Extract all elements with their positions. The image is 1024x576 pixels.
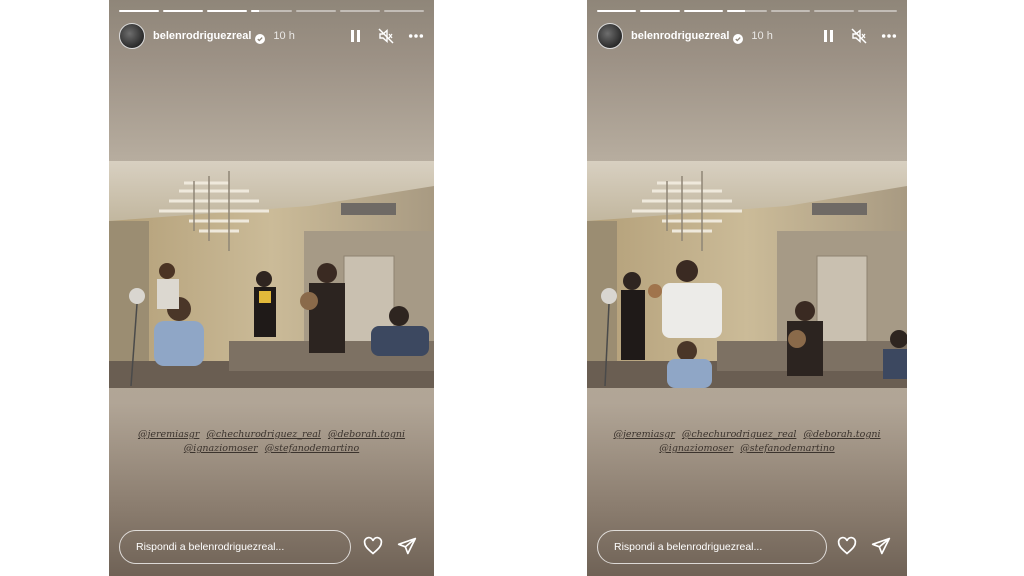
progress-segment bbox=[295, 10, 336, 12]
username[interactable]: belenrodriguezreal bbox=[631, 30, 729, 42]
avatar[interactable] bbox=[119, 23, 145, 49]
progress-segment bbox=[770, 10, 811, 12]
mention-link[interactable]: @jeremiasgr bbox=[613, 429, 674, 440]
progress-segment-current bbox=[727, 10, 767, 12]
progress-bar bbox=[597, 10, 897, 12]
progress-bar bbox=[119, 10, 424, 12]
avatar[interactable] bbox=[597, 23, 623, 49]
mention-link[interactable]: @ignaziomoser bbox=[184, 443, 258, 454]
mention-link[interactable]: @chechurodriguez_real bbox=[682, 429, 796, 440]
speaker-muted-icon[interactable] bbox=[378, 28, 394, 44]
pause-icon[interactable] bbox=[821, 28, 837, 44]
heart-icon[interactable] bbox=[363, 536, 383, 556]
progress-segment bbox=[383, 10, 424, 12]
mention-link[interactable]: @jeremiasgr bbox=[138, 429, 199, 440]
progress-segment bbox=[857, 10, 897, 12]
mention-link[interactable]: @deborah.togni bbox=[328, 429, 405, 440]
progress-segment bbox=[597, 10, 637, 12]
verified-badge-icon bbox=[733, 31, 744, 44]
progress-segment bbox=[119, 10, 160, 12]
post-time: 10 h bbox=[273, 30, 295, 42]
progress-segment bbox=[163, 10, 204, 12]
story-header: belenrodriguezreal 10 h bbox=[119, 22, 424, 50]
progress-segment bbox=[339, 10, 380, 12]
reply-input[interactable]: Rispondi a belenrodriguezreal... bbox=[597, 530, 827, 564]
story-header: belenrodriguezreal 10 h bbox=[597, 22, 897, 50]
story-photo bbox=[587, 161, 907, 388]
story-photo bbox=[109, 161, 434, 388]
mention-link[interactable]: @stefanodemartino bbox=[265, 443, 359, 454]
heart-icon[interactable] bbox=[837, 536, 857, 556]
progress-segment bbox=[207, 10, 248, 12]
mentions-caption: @jeremiasgr @chechurodriguez_real @debor… bbox=[119, 428, 424, 456]
speaker-muted-icon[interactable] bbox=[851, 28, 867, 44]
story-panel-right: belenrodriguezreal 10 h @jeremiasgr @che… bbox=[587, 0, 907, 576]
mention-link[interactable]: @chechurodriguez_real bbox=[206, 429, 320, 440]
paper-plane-icon[interactable] bbox=[871, 536, 891, 556]
story-panel-left: belenrodriguezreal 10 h @jeremiasgr @che… bbox=[109, 0, 434, 576]
username[interactable]: belenrodriguezreal bbox=[153, 30, 251, 42]
pause-icon[interactable] bbox=[348, 28, 364, 44]
mention-link[interactable]: @deborah.togni bbox=[803, 429, 880, 440]
mentions-caption: @jeremiasgr @chechurodriguez_real @debor… bbox=[597, 428, 897, 456]
paper-plane-icon[interactable] bbox=[397, 536, 417, 556]
post-time: 10 h bbox=[751, 30, 773, 42]
more-options-icon[interactable] bbox=[408, 28, 424, 44]
mention-link[interactable]: @ignaziomoser bbox=[659, 443, 733, 454]
progress-segment bbox=[640, 10, 680, 12]
mention-link[interactable]: @stefanodemartino bbox=[740, 443, 834, 454]
progress-segment-current bbox=[251, 10, 292, 12]
progress-segment bbox=[814, 10, 854, 12]
reply-input[interactable]: Rispondi a belenrodriguezreal... bbox=[119, 530, 351, 564]
progress-segment bbox=[683, 10, 724, 12]
verified-badge-icon bbox=[255, 31, 266, 44]
more-options-icon[interactable] bbox=[881, 28, 897, 44]
